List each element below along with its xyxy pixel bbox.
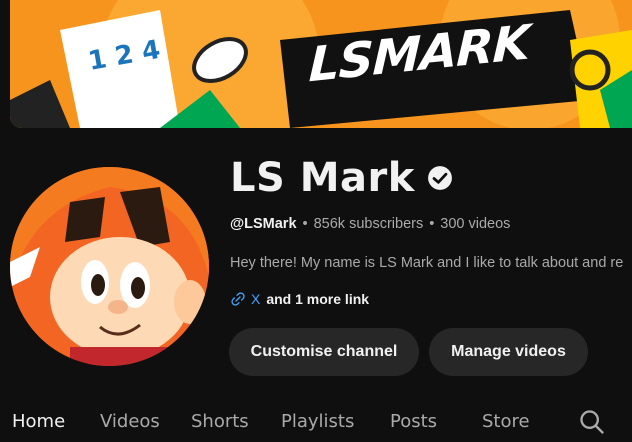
channel-meta: @LSMark • 856k subscribers • 300 videos bbox=[230, 216, 510, 232]
tab-home[interactable]: Home bbox=[12, 411, 65, 432]
channel-avatar[interactable] bbox=[10, 167, 209, 366]
search-icon[interactable] bbox=[578, 408, 606, 436]
tab-posts[interactable]: Posts bbox=[390, 411, 437, 432]
subscriber-count: 856k subscribers bbox=[313, 216, 424, 232]
tab-shorts[interactable]: Shorts bbox=[191, 411, 249, 432]
channel-name: LS Mark bbox=[230, 155, 415, 201]
video-count: 300 videos bbox=[440, 216, 511, 232]
channel-handle: @LSMark bbox=[230, 216, 297, 232]
channel-description[interactable]: Hey there! My name is LS Mark and I like… bbox=[230, 255, 632, 271]
tab-store[interactable]: Store bbox=[482, 411, 530, 432]
more-links[interactable]: and 1 more link bbox=[266, 291, 369, 307]
manage-videos-button[interactable]: Manage videos bbox=[429, 328, 588, 376]
x-link[interactable]: X bbox=[251, 291, 260, 307]
tab-playlists[interactable]: Playlists bbox=[281, 411, 354, 432]
separator-dot: • bbox=[429, 216, 435, 232]
customise-channel-button[interactable]: Customise channel bbox=[229, 328, 419, 376]
channel-banner: 1 2 4 LSMARK bbox=[10, 0, 632, 128]
tab-videos[interactable]: Videos bbox=[100, 411, 160, 432]
link-icon bbox=[231, 292, 245, 306]
separator-dot: • bbox=[302, 216, 308, 232]
channel-links[interactable]: X and 1 more link bbox=[230, 291, 369, 307]
channel-tabs: Home Videos Shorts Playlists Posts Store bbox=[0, 402, 632, 442]
verified-check-icon bbox=[427, 166, 452, 190]
